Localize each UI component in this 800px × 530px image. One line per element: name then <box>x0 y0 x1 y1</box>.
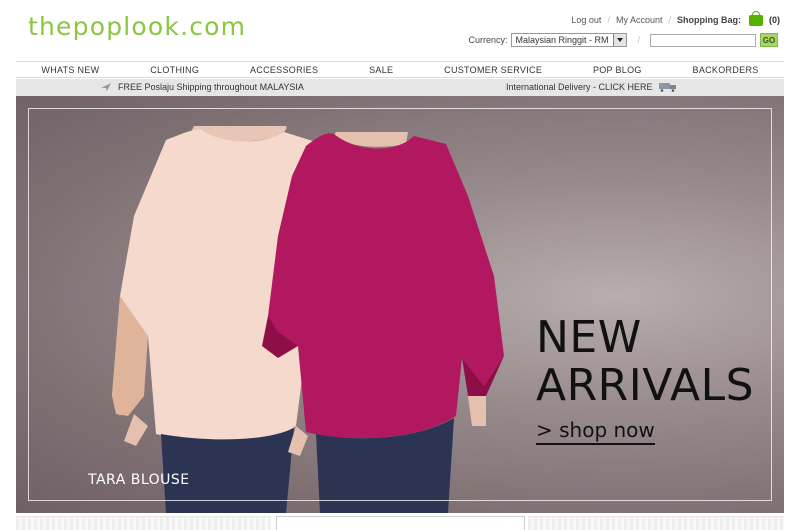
truck-icon[interactable] <box>658 82 677 92</box>
search-go-button[interactable]: GO <box>760 33 778 47</box>
shop-now-link[interactable]: > shop now <box>536 418 655 445</box>
account-bar: Log out / My Account / Shopping Bag: (0) <box>571 11 780 26</box>
bag-count: (0) <box>769 14 780 25</box>
currency-select[interactable]: Malaysian Ringgit - RM <box>511 33 628 47</box>
shopping-bag-icon[interactable] <box>749 11 763 26</box>
banner-frame <box>28 108 772 501</box>
nav-item-clothing[interactable]: CLOTHING <box>150 65 199 75</box>
my-account-link[interactable]: My Account <box>616 15 663 25</box>
international-delivery-text[interactable]: International Delivery - CLICK HERE <box>506 82 653 92</box>
currency-label: Currency: <box>468 35 508 45</box>
separator: / <box>607 14 610 25</box>
product-name-label: TARA BLOUSE <box>88 472 190 488</box>
free-shipping-notice: FREE Poslaju Shipping throughout MALAYSI… <box>100 82 304 92</box>
main-nav: WHATS NEW CLOTHING ACCESSORIES SALE CUST… <box>16 61 784 78</box>
bottom-panel-left <box>16 516 271 530</box>
nav-item-sale[interactable]: SALE <box>369 65 393 75</box>
banner-headline: NEW ARRIVALS <box>536 314 754 410</box>
search-input[interactable] <box>650 33 756 47</box>
headline-line-1: NEW <box>536 312 642 363</box>
bottom-panel-right <box>528 516 784 530</box>
currency-bar: Currency: Malaysian Ringgit - RM / GO <box>468 33 778 47</box>
international-delivery-link[interactable]: International Delivery - CLICK HERE <box>506 82 677 92</box>
shipping-info-bar: FREE Poslaju Shipping throughout MALAYSI… <box>16 79 784 96</box>
free-shipping-text: FREE Poslaju Shipping throughout MALAYSI… <box>118 82 304 92</box>
bottom-panel-center <box>276 516 525 530</box>
nav-item-backorders[interactable]: BACKORDERS <box>693 65 759 75</box>
nav-item-pop-blog[interactable]: POP BLOG <box>593 65 642 75</box>
site-logo[interactable]: thepoplook.com <box>28 12 246 41</box>
logout-link[interactable]: Log out <box>571 15 601 25</box>
shopping-bag-link[interactable]: Shopping Bag: <box>677 15 741 25</box>
headline-line-2: ARRIVALS <box>536 360 755 411</box>
separator: / <box>668 14 671 25</box>
hero-banner[interactable]: NEW ARRIVALS > shop now TARA BLOUSE <box>16 96 784 513</box>
separator: / <box>637 35 640 45</box>
nav-item-whats-new[interactable]: WHATS NEW <box>41 65 99 75</box>
nav-item-customer-service[interactable]: CUSTOMER SERVICE <box>444 65 542 75</box>
chevron-down-icon[interactable] <box>613 34 627 46</box>
currency-selected-value: Malaysian Ringgit - RM <box>515 35 609 45</box>
nav-item-accessories[interactable]: ACCESSORIES <box>250 65 318 75</box>
plane-icon <box>101 83 111 91</box>
